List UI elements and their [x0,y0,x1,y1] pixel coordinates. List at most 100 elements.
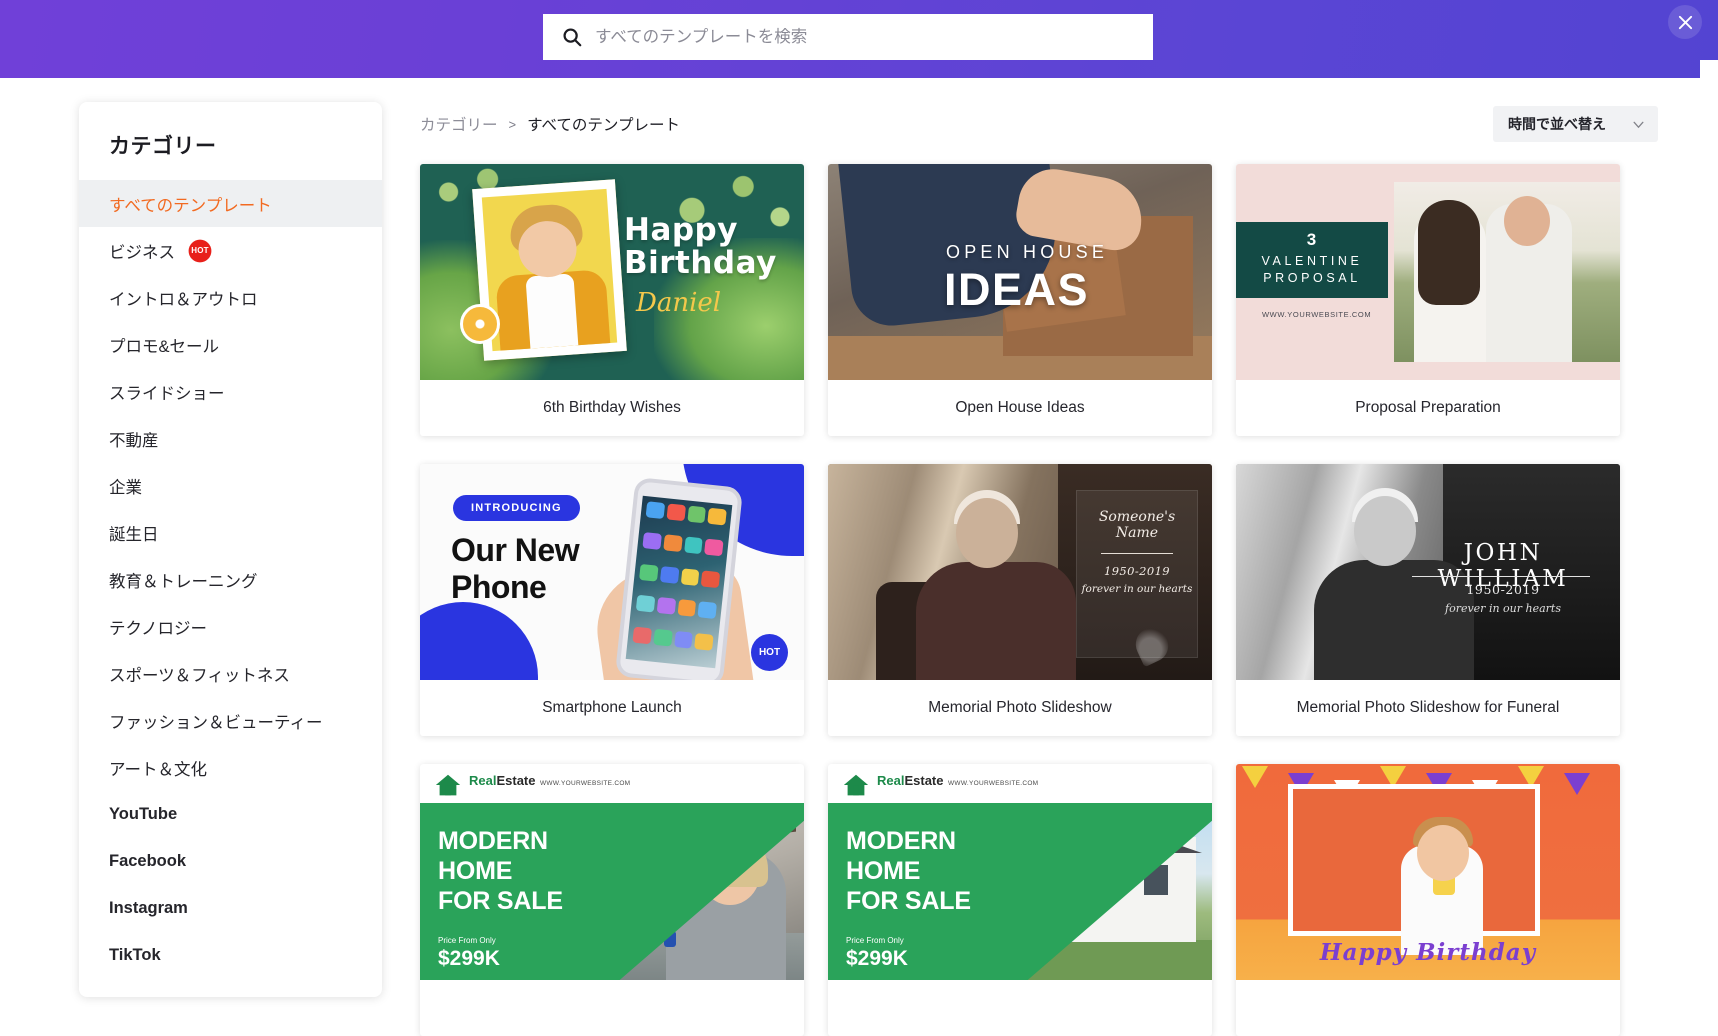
template-card[interactable]: RealEstate WWW.YOURWEBSITE.COM MODERN HO… [420,764,804,1036]
template-title: Smartphone Launch [542,699,682,716]
template-card[interactable]: INTRODUCING Our New Phone HOT Smartphone… [420,464,804,736]
sidebar-item-12[interactable]: アート＆文化 [79,744,382,791]
sidebar-item-label: プロモ&セール [109,337,220,356]
sidebar-item-label: 不動産 [109,431,159,450]
template-thumbnail: INTRODUCING Our New Phone HOT [420,464,804,680]
sidebar-item-label: 教育＆トレーニング [109,572,258,591]
sidebar-item-13[interactable]: YouTube [79,791,382,838]
sidebar-item-11[interactable]: ファッション＆ビューティー [79,697,382,744]
template-title [420,980,804,1036]
sidebar-item-label: アート＆文化 [109,760,208,779]
sidebar-item-label: 企業 [109,478,142,497]
template-card[interactable]: Happy Birthday [1236,764,1620,1036]
template-title: Open House Ideas [955,399,1085,416]
thumb-caption: forever in our hearts [1081,583,1193,595]
template-thumbnail: OPEN HOUSE IDEAS [828,164,1212,380]
close-icon [1678,15,1692,29]
template-card[interactable]: Happy Birthday Daniel 6th Birthday Wishe… [420,164,804,436]
template-card[interactable]: Someone's Name 1950-2019 forever in our … [828,464,1212,736]
logo-word-a: Real [877,773,905,788]
brand-logo: RealEstate WWW.YOURWEBSITE.COM [434,772,630,797]
category-list: すべてのテンプレートビジネス HOT イントロ＆アウトロ プロモ&セール スライドショー… [79,180,382,979]
template-card[interactable]: OPEN HOUSE IDEAS Open House Ideas [828,164,1212,436]
breadcrumb-separator: > [508,116,517,132]
sidebar-item-label: ビジネス [109,243,175,262]
search-input[interactable] [595,14,1135,60]
thumb-heading: MODERN HOME FOR SALE [846,827,971,915]
logo-url: WWW.YOURWEBSITE.COM [947,780,1039,787]
hot-badge: HOT [751,634,788,671]
template-grid: Happy Birthday Daniel 6th Birthday Wishe… [420,164,1688,1036]
template-card[interactable]: 3 VALENTINE PROPOSAL WWW.YOURWEBSITE.COM… [1236,164,1620,436]
sidebar-item-4[interactable]: スライドショー [79,368,382,415]
template-title: Proposal Preparation [1355,399,1501,416]
template-thumbnail: Happy Birthday Daniel [420,164,804,380]
template-title [1236,980,1620,1036]
thumb-caption: forever in our hearts [1445,602,1561,615]
search-icon [561,26,583,48]
sidebar-item-8[interactable]: 教育＆トレーニング [79,556,382,603]
sidebar-item-15[interactable]: Instagram [79,885,382,932]
sidebar-item-label: ファッション＆ビューティー [109,713,323,732]
search-bar[interactable] [543,14,1153,60]
breadcrumb-root[interactable]: カテゴリー [420,113,498,135]
thumb-price-label: Price From Only [438,936,496,945]
template-title: Memorial Photo Slideshow [928,699,1112,716]
sidebar-item-0[interactable]: すべてのテンプレート [79,180,382,227]
page-body: カテゴリー すべてのテンプレート ビジネス HOT イントロ＆アウトロ プロモ&セールス… [0,78,1718,1036]
memorial-overlay: Someone's Name 1950-2019 forever in our … [1076,490,1198,658]
thumb-price: $299K [846,947,908,970]
sort-dropdown[interactable]: 時間で並べ替え [1493,106,1658,142]
sidebar-item-9[interactable]: テクノロジー [79,603,382,650]
thumb-line2: IDEAS [944,264,1090,315]
thumb-heading: Our New Phone [451,532,580,605]
main-content: カテゴリー > すべてのテンプレート 時間で並べ替え Happy Birthda… [420,102,1688,1036]
hot-badge-label: HOT [191,246,209,255]
couple-photo [1394,182,1620,362]
sidebar-item-label: Instagram [109,899,188,917]
sidebar-item-label: スライドショー [109,384,225,403]
template-card[interactable]: JOHN WILLIAM 1950-2019 forever in our he… [1236,464,1620,736]
lemon-icon [460,304,500,344]
main-header: カテゴリー > すべてのテンプレート 時間で並べ替え [420,102,1688,146]
template-title: Memorial Photo Slideshow for Funeral [1296,699,1560,716]
sidebar-item-14[interactable]: Facebook [79,838,382,885]
close-button[interactable] [1668,5,1702,39]
logo-word-a: Real [469,773,497,788]
thumb-line2: PROPOSAL [1263,271,1361,285]
thumb-number: 3 [1306,230,1318,249]
smartphone-mockup [614,476,744,680]
sidebar-item-label: イントロ＆アウトロ [109,290,258,309]
logo-word-b: Estate [904,773,944,788]
sidebar-item-16[interactable]: TikTok [79,932,382,979]
sidebar-title: カテゴリー [109,135,217,158]
template-thumbnail: RealEstate WWW.YOURWEBSITE.COM MODERN HO… [828,764,1212,980]
sidebar-item-3[interactable]: プロモ&セール [79,321,382,368]
sidebar-item-label: YouTube [109,805,178,823]
hot-badge-icon: HOT [187,238,213,264]
thumb-line1: OPEN HOUSE [946,242,1109,262]
thumb-heading: MODERN HOME FOR SALE [438,827,563,915]
corner-notch [1700,60,1718,78]
breadcrumb-current: すべてのテンプレート [527,117,680,134]
sidebar-item-7[interactable]: 誕生日 [79,509,382,556]
template-card[interactable]: RealEstate WWW.YOURWEBSITE.COM MODERN HO… [828,764,1212,1036]
template-title: 6th Birthday Wishes [543,399,681,416]
sidebar-item-2[interactable]: イントロ＆アウトロ [79,274,382,321]
sidebar-item-label: TikTok [109,946,161,964]
sidebar-item-label: Facebook [109,852,187,870]
sidebar-item-10[interactable]: スポーツ＆フィットネス [79,650,382,697]
title-box: 3 VALENTINE PROPOSAL [1236,222,1388,298]
template-thumbnail: 3 VALENTINE PROPOSAL WWW.YOURWEBSITE.COM [1236,164,1620,380]
sidebar-item-5[interactable]: 不動産 [79,415,382,462]
sidebar-item-6[interactable]: 企業 [79,462,382,509]
template-thumbnail: JOHN WILLIAM 1950-2019 forever in our he… [1236,464,1620,680]
template-thumbnail: Someone's Name 1950-2019 forever in our … [828,464,1212,680]
thumb-heading: Happy Birthday [624,212,777,281]
sidebar-item-label: 誕生日 [109,525,159,544]
sidebar-item-1[interactable]: ビジネス HOT [79,227,382,274]
template-thumbnail: Happy Birthday [1236,764,1620,980]
category-sidebar: カテゴリー すべてのテンプレート ビジネス HOT イントロ＆アウトロ プロモ&セールス… [79,102,382,997]
brand-logo: RealEstate WWW.YOURWEBSITE.COM [842,772,1038,797]
logo-url: WWW.YOURWEBSITE.COM [539,780,631,787]
